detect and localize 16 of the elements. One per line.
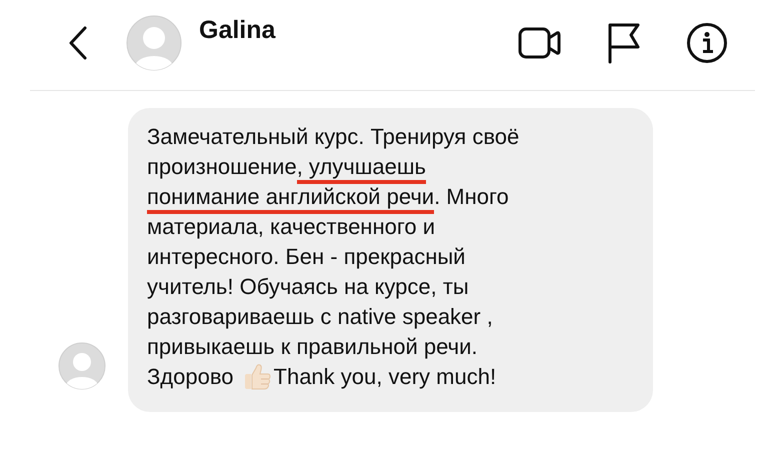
message-line: материала, качественного и [147, 213, 436, 241]
info-icon[interactable] [686, 22, 728, 64]
flag-icon[interactable] [606, 22, 642, 64]
message-line: привыкаешь к правильной речи. [147, 333, 478, 361]
contact-name: Galina [199, 16, 276, 45]
avatar-icon [58, 342, 106, 390]
message-line: учитель! Обучаясь на курсе, ты [147, 273, 469, 301]
message-line: интересного. Бен - прекрасный [147, 243, 466, 271]
message-line: Замечательный курс. Тренируя своё [147, 123, 520, 151]
message-text: Здорово [147, 363, 234, 391]
message-text: Thank you, very much! [274, 363, 496, 391]
message-line: понимание английской речи. Много [147, 182, 509, 212]
back-icon[interactable] [68, 25, 88, 61]
message-line: произношение, улучшаешь [147, 152, 426, 182]
message-line: разговариваешь с native speaker , [147, 303, 493, 331]
video-camera-icon[interactable] [518, 25, 562, 61]
